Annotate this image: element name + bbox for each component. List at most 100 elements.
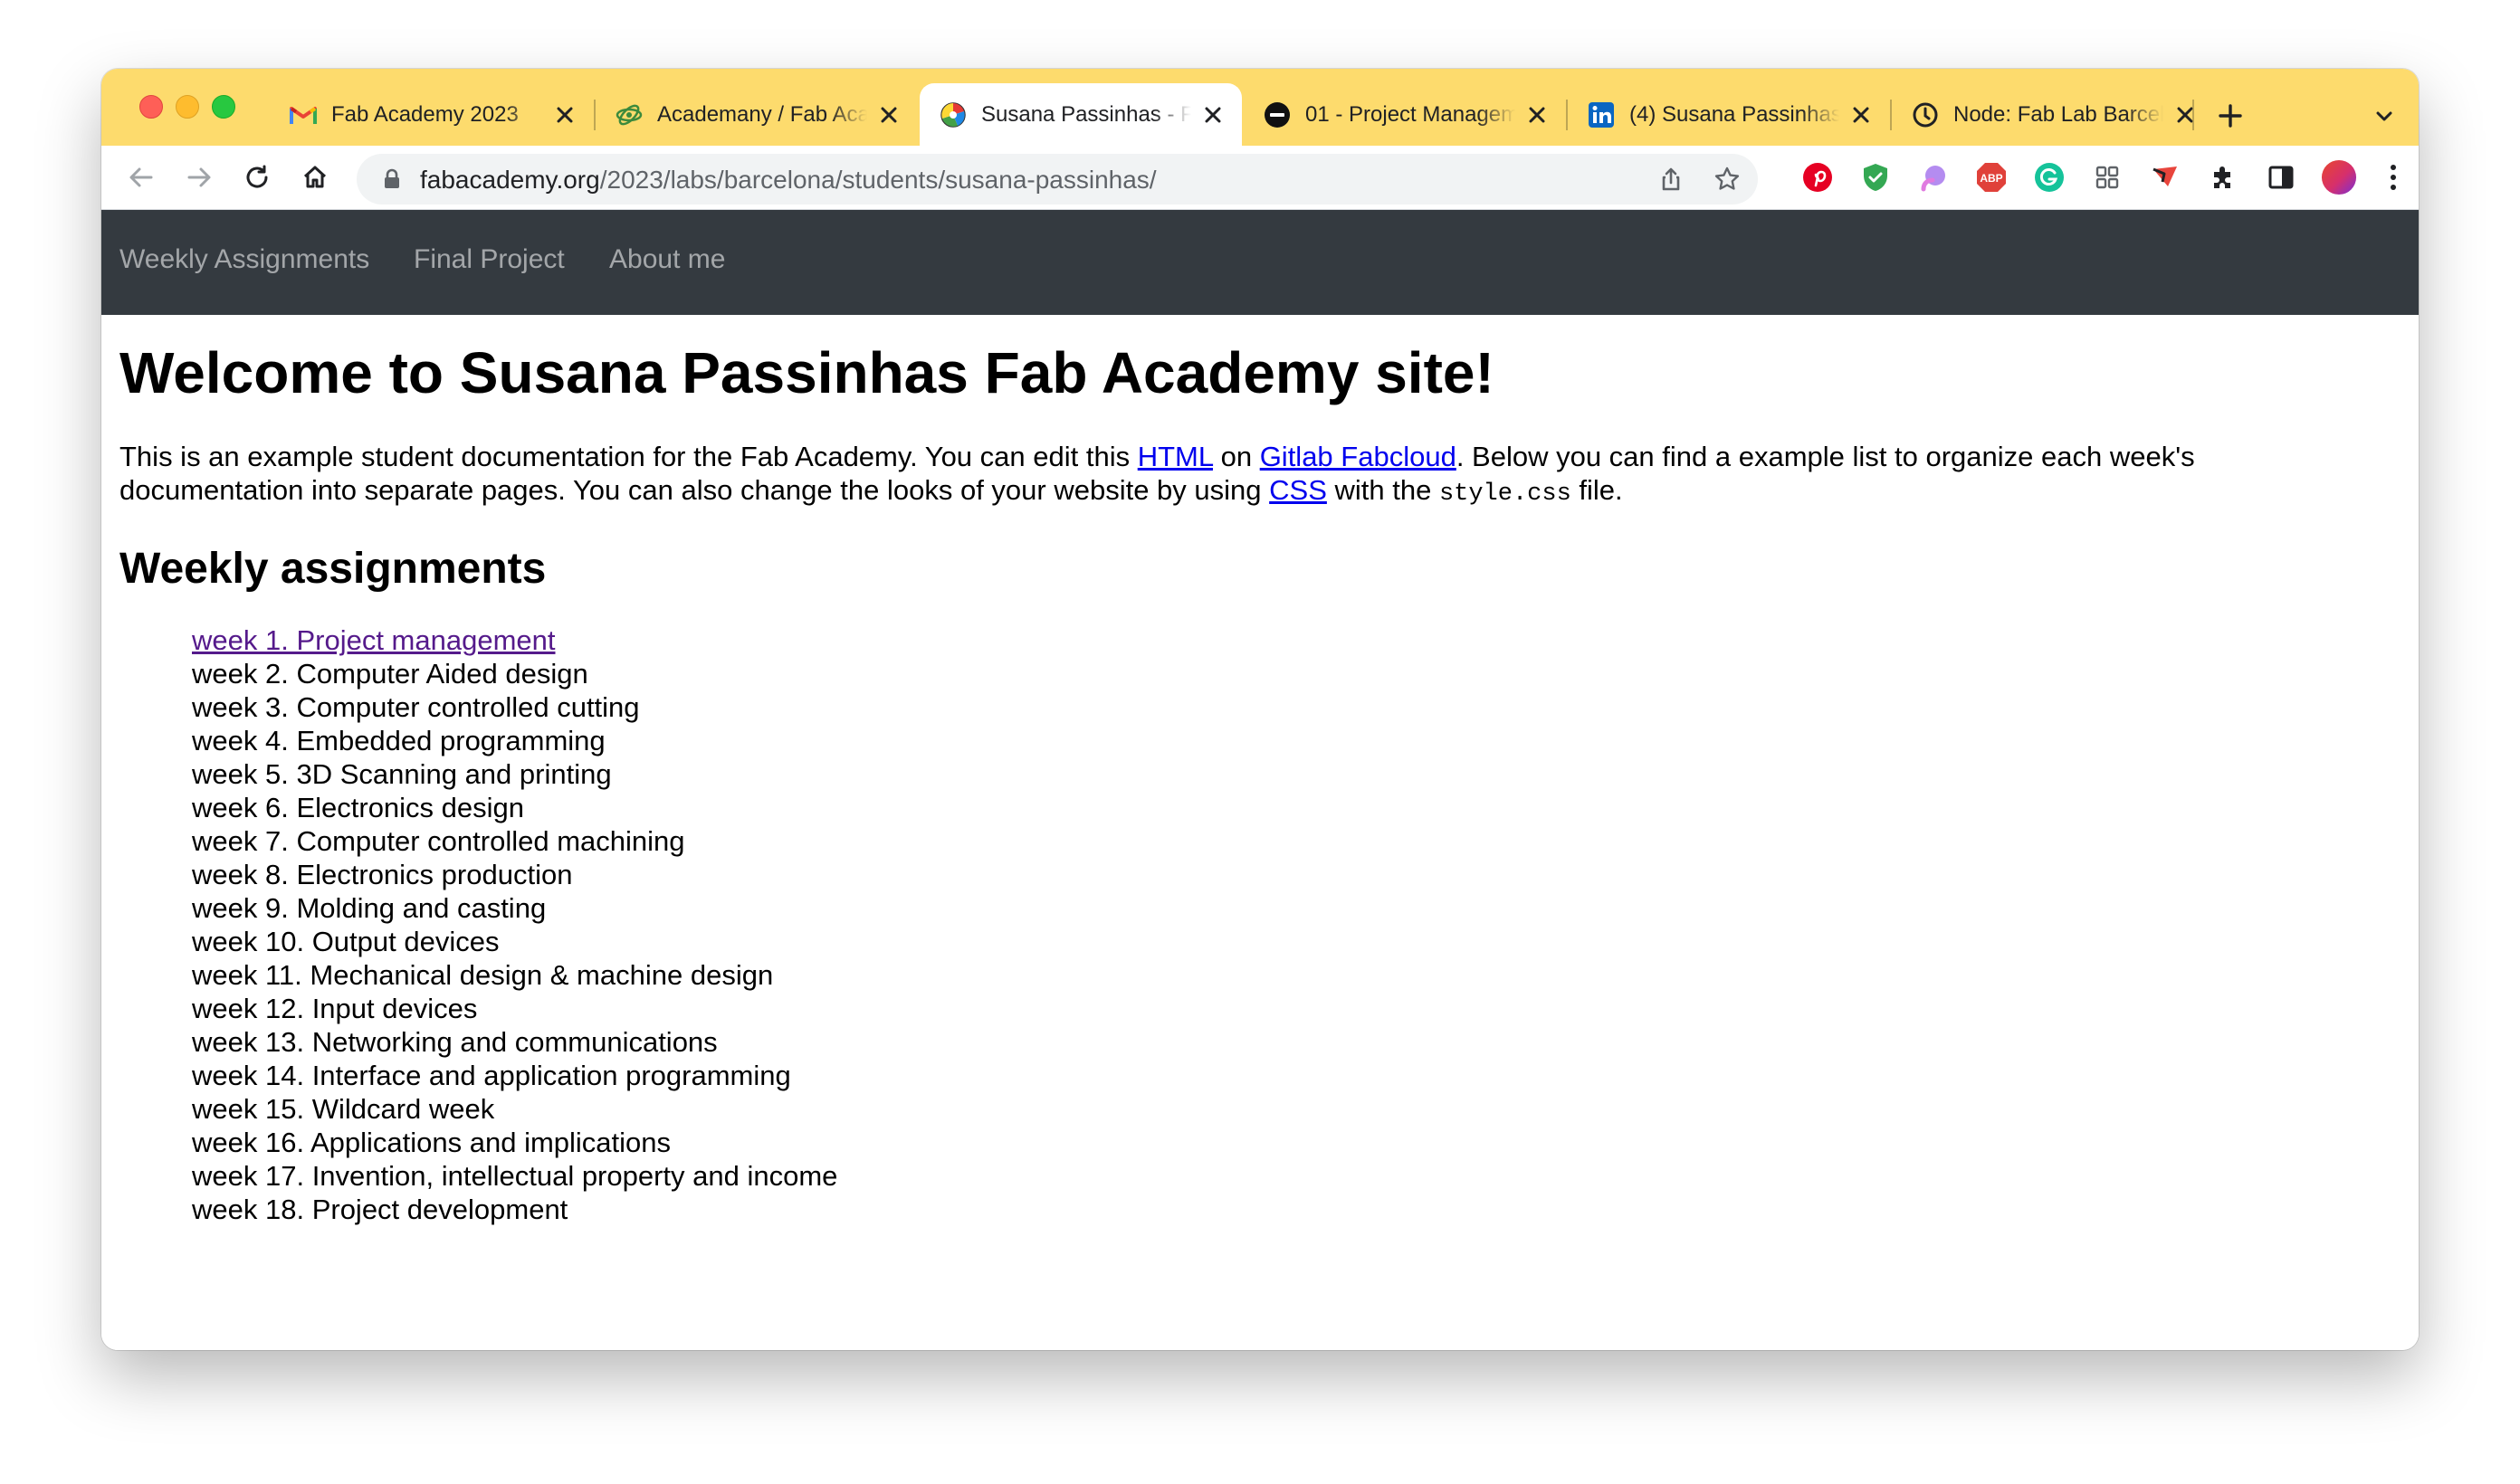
tab-linkedin[interactable]: (4) Susana Passinhas — [1568, 83, 1890, 146]
nav-final-project[interactable]: Final Project — [414, 244, 565, 275]
tab-title: Academany / Fab Academy — [657, 101, 867, 127]
plus-icon — [2219, 104, 2242, 128]
grid-extension-icon — [2095, 166, 2119, 189]
tab-gmail[interactable]: Fab Academy 2023 — [270, 83, 594, 146]
fullscreen-window-button[interactable] — [212, 95, 235, 119]
week-1-link[interactable]: week 1. Project management — [192, 624, 556, 656]
list-item: week 13. Networking and communications — [192, 1026, 718, 1058]
list-item: week 8. Electronics production — [192, 859, 573, 890]
svg-text:ABP: ABP — [1980, 172, 2002, 185]
list-item[interactable]: week 1. Project management — [192, 623, 2401, 657]
tab-title: Node: Fab Lab Barcelona — [1953, 101, 2163, 127]
page-viewport: Weekly Assignments Final Project About m… — [101, 210, 2419, 1350]
css-link[interactable]: CSS — [1269, 474, 1327, 506]
list-item: week 18. Project development — [192, 1194, 568, 1225]
reload-icon — [246, 165, 268, 188]
address-bar[interactable]: fabacademy.org/2023/labs/barcelona/stude… — [357, 154, 1758, 205]
flag-extension-icon — [2152, 166, 2177, 186]
intro-text: file. — [1570, 474, 1623, 506]
puzzle-icon — [2214, 166, 2230, 188]
weekly-assignments-list: week 1. Project management week 2. Compu… — [192, 623, 2401, 1226]
close-icon[interactable] — [1848, 102, 1874, 128]
weekly-assignments-heading: Weekly assignments — [119, 545, 547, 593]
gitlab-fabcloud-link[interactable]: Gitlab Fabcloud — [1260, 441, 1456, 472]
site-navbar: Weekly Assignments Final Project About m… — [101, 210, 2419, 315]
more-vertical-icon — [2391, 165, 2396, 190]
tab-title: Susana Passinhas - Fab Academy — [981, 101, 1191, 127]
page-title: Welcome to Susana Passinhas Fab Academy … — [119, 340, 1494, 405]
pinterest-icon — [1803, 163, 1832, 192]
intro-text: This is an example student documentation… — [119, 441, 1138, 472]
nav-weekly-assignments[interactable]: Weekly Assignments — [119, 244, 369, 275]
url-host: fabacademy.org — [420, 166, 600, 194]
new-tab-button[interactable] — [2210, 96, 2250, 136]
adblock-extension[interactable]: ABP — [1973, 159, 2009, 195]
dots-extension[interactable] — [1915, 159, 1952, 195]
grammarly-icon — [2035, 163, 2064, 192]
list-item: week 12. Input devices — [192, 993, 478, 1024]
close-icon[interactable] — [552, 102, 578, 128]
tab-susana-passinhas[interactable]: Susana Passinhas - Fab Academy — [920, 83, 1242, 146]
tab-node-fab-lab[interactable]: Node: Fab Lab Barcelona — [1892, 83, 2214, 146]
grammarly-extension[interactable] — [2031, 159, 2067, 195]
flag-extension[interactable] — [2147, 159, 2183, 195]
star-icon — [1714, 166, 1740, 190]
grid-extension[interactable] — [2089, 159, 2125, 195]
tab-title: 01 - Project Management — [1305, 101, 1515, 127]
shield-extension[interactable] — [1857, 159, 1894, 195]
close-icon[interactable] — [876, 102, 902, 128]
minimize-window-button[interactable] — [176, 95, 199, 119]
browser-menu-button[interactable] — [2379, 159, 2408, 195]
list-item: week 14. Interface and application progr… — [192, 1060, 791, 1091]
tab-search-button[interactable] — [2366, 98, 2402, 134]
node-icon — [1912, 101, 1939, 128]
list-item: week 16. Applications and implications — [192, 1127, 672, 1158]
home-icon — [303, 166, 327, 188]
project-icon — [1264, 101, 1291, 128]
tab-separator — [2192, 100, 2194, 130]
browser-window: Fab Academy 2023 Academany / Fab Academy — [101, 69, 2419, 1350]
url-path: /2023/labs/barcelona/students/susana-pas… — [599, 166, 1157, 194]
stylesheet-filename: style.css — [1438, 480, 1571, 508]
html-link[interactable]: HTML — [1138, 441, 1213, 472]
close-icon[interactable] — [1200, 102, 1226, 128]
gmail-icon — [290, 101, 317, 128]
forward-button[interactable] — [179, 157, 219, 197]
list-item: week 2. Computer Aided design — [192, 658, 588, 690]
intro-paragraph: This is an example student documentation… — [119, 440, 2382, 511]
list-item: week 17. Invention, intellectual propert… — [192, 1160, 838, 1192]
back-button[interactable] — [121, 157, 161, 197]
lock-icon — [385, 168, 399, 188]
close-icon[interactable] — [1524, 102, 1550, 128]
main-content: Welcome to Susana Passinhas Fab Academy … — [119, 337, 2401, 1226]
list-item: week 7. Computer controlled machining — [192, 825, 685, 857]
bookmark-button[interactable] — [1709, 161, 1745, 197]
tab-academany[interactable]: Academany / Fab Academy — [596, 83, 918, 146]
list-item: week 9. Molding and casting — [192, 892, 547, 924]
intro-text: on — [1212, 441, 1260, 472]
pinterest-extension[interactable] — [1799, 159, 1836, 195]
list-item: week 6. Electronics design — [192, 792, 525, 823]
list-item: week 10. Output devices — [192, 926, 500, 957]
close-window-button[interactable] — [139, 95, 163, 119]
reload-button[interactable] — [237, 157, 277, 197]
list-item: week 11. Mechanical design & machine des… — [192, 959, 774, 991]
tab-title: Fab Academy 2023 — [331, 101, 519, 127]
profile-button[interactable] — [2321, 159, 2357, 195]
arrow-left-icon — [129, 167, 153, 187]
dots-extension-icon — [1921, 166, 1945, 192]
chevron-down-icon — [2376, 111, 2392, 121]
tab-strip: Fab Academy 2023 Academany / Fab Academy — [101, 69, 2419, 146]
extensions-button[interactable] — [2205, 159, 2241, 195]
linkedin-icon — [1588, 101, 1615, 128]
share-button[interactable] — [1653, 161, 1689, 197]
side-panel-button[interactable] — [2263, 159, 2299, 195]
nav-about-me[interactable]: About me — [609, 244, 725, 275]
fabacademy-icon — [940, 101, 967, 128]
home-button[interactable] — [295, 157, 335, 197]
adblock-icon: ABP — [1977, 163, 2006, 192]
list-item: week 5. 3D Scanning and printing — [192, 758, 612, 790]
tab-project-management[interactable]: 01 - Project Management — [1244, 83, 1566, 146]
list-item: week 15. Wildcard week — [192, 1093, 495, 1125]
url-text[interactable]: fabacademy.org/2023/labs/barcelona/stude… — [420, 166, 1157, 195]
